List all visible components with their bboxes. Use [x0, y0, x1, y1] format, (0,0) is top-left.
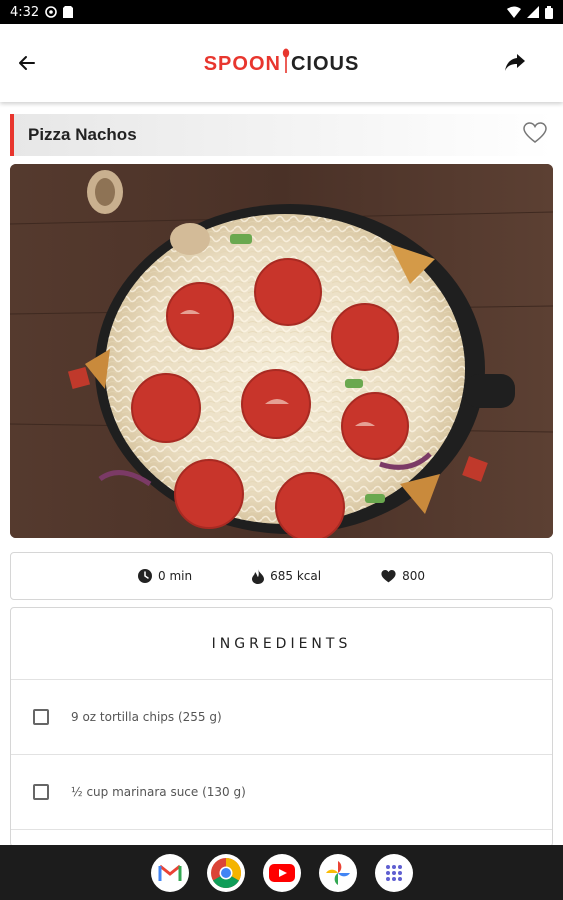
app-logo: SPOON CIOUS — [0, 48, 563, 76]
calories-stat: 685 kcal — [252, 568, 322, 584]
calories-value: 685 kcal — [270, 569, 322, 583]
status-left: 4:32 — [10, 4, 74, 20]
favorite-button[interactable] — [523, 122, 547, 144]
recipe-title: Pizza Nachos — [28, 125, 137, 144]
ingredient-label: ½ cup marinara suce (130 g) — [71, 785, 246, 799]
recipe-title-row: Pizza Nachos — [10, 114, 553, 156]
youtube-icon — [268, 863, 295, 882]
ingredients-heading: INGREDIENTS — [11, 608, 552, 680]
pizza-nachos-image — [10, 164, 553, 538]
photos-app[interactable] — [318, 853, 357, 892]
share-arrow-icon — [505, 54, 525, 71]
heart-icon — [381, 569, 396, 582]
title-background: Pizza Nachos — [14, 114, 553, 156]
ingredient-label: 9 oz tortilla chips (255 g) — [71, 710, 222, 724]
chrome-icon — [210, 857, 241, 888]
status-time: 4:32 — [10, 4, 40, 20]
status-right — [507, 5, 553, 19]
status-bar: 4:32 — [0, 0, 563, 24]
ingredient-checkbox[interactable] — [33, 709, 49, 725]
logo-text-right: CIOUS — [290, 53, 360, 75]
photos-icon — [325, 860, 350, 885]
cook-time-value: 0 min — [158, 569, 193, 583]
app-dock — [0, 845, 563, 900]
youtube-app[interactable] — [262, 853, 301, 892]
recipe-photo — [10, 164, 553, 538]
ingredient-checkbox[interactable] — [33, 784, 49, 800]
app-bar: SPOON CIOUS — [0, 24, 563, 102]
gmail-icon — [158, 864, 181, 881]
cook-time-stat: 0 min — [138, 569, 192, 583]
ingredient-item[interactable]: 9 oz tortilla chips (255 g) — [11, 680, 552, 755]
spoon-icon — [282, 48, 290, 74]
recipe-stats-card: 0 min 685 kcal 800 — [10, 552, 553, 600]
wifi-icon — [507, 6, 521, 18]
battery-icon — [545, 5, 553, 19]
clock-icon — [138, 569, 153, 583]
ingredient-item[interactable]: ½ cup marinara suce (130 g) — [11, 755, 552, 830]
chrome-app[interactable] — [206, 853, 245, 892]
ingredients-card: INGREDIENTS 9 oz tortilla chips (255 g) … — [10, 607, 553, 847]
signal-icon — [527, 6, 539, 18]
flame-icon — [252, 568, 265, 584]
likes-stat: 800 — [381, 569, 425, 583]
settings-circle-icon — [45, 6, 58, 18]
heart-outline-icon — [523, 122, 547, 143]
app-drawer-icon — [385, 864, 402, 881]
app-drawer-button[interactable] — [374, 853, 413, 892]
logo-text-left: SPOON — [203, 53, 281, 75]
gmail-app[interactable] — [150, 853, 189, 892]
likes-value: 800 — [402, 569, 425, 583]
sim-card-icon — [63, 6, 74, 18]
share-button[interactable] — [503, 52, 527, 74]
